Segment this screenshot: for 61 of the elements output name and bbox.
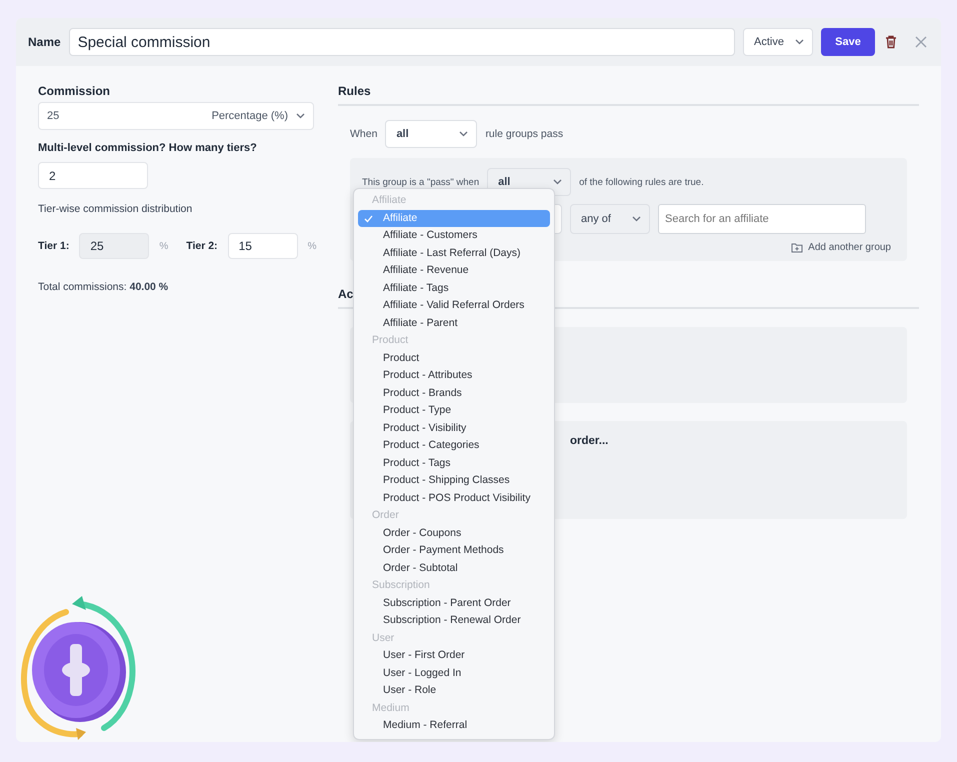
dropdown-option[interactable]: Medium - Referral [358,717,550,734]
trash-icon[interactable] [883,34,899,50]
group-suffix: of the following rules are true. [579,176,704,188]
tiers-input[interactable]: 2 [38,162,148,189]
dropdown-option[interactable]: Product - Categories [358,437,550,454]
dropdown-option[interactable]: Product - Type [358,402,550,420]
option-group-label: Subscription [371,578,431,593]
name-input[interactable]: Special commission [68,28,735,56]
chevron-down-icon [296,113,305,119]
name-label: Name [28,35,61,49]
tier-input[interactable]: 15 [228,233,298,259]
dropdown-option[interactable]: User - Role [358,682,550,700]
dropdown-option[interactable]: Order - Coupons [358,524,550,542]
commission-label: Commission [38,84,112,98]
dropdown-option[interactable]: User - First Order [358,647,550,664]
dropdown-option[interactable]: Affiliate - Parent [358,314,550,332]
rules-heading: Rules [338,84,919,106]
dropdown-option[interactable]: Order - Subtotal [358,560,550,577]
dropdown-option[interactable]: Affiliate - Last Referral (Days) [358,244,550,262]
option-group-label: Affiliate [371,193,408,208]
chevron-down-icon [459,131,468,137]
action-text: order... [570,435,608,447]
when-suffix: rule groups pass [485,128,564,140]
save-button[interactable]: Save [821,28,875,56]
chevron-down-icon [632,216,641,222]
search-field[interactable]: Search for an affiliate [658,204,866,234]
option-group-label: Medium [371,700,410,716]
group-prefix: This group is a "pass" when [362,176,480,188]
chevron-down-icon [795,39,804,45]
add-group-link[interactable]: Add another group [791,242,891,253]
dropdown-option[interactable]: Subscription - Renewal Order [358,612,550,630]
dropdown-option[interactable]: Product - Shipping Classes [358,472,550,490]
operator-select[interactable]: any of [570,204,650,234]
dropdown-option[interactable]: Product [358,350,550,367]
option-group-label: Order [371,508,400,523]
distribution-label: Tier-wise commission distribution [38,203,194,215]
dropdown-option[interactable]: Subscription - Parent Order [358,594,550,612]
chevron-down-icon [553,179,562,185]
tier-label: Tier 2: [186,240,218,252]
dropdown-option[interactable]: Product - Brands [358,384,550,402]
commission-input[interactable]: 25 Percentage (%) [38,102,314,130]
dropdown-option[interactable]: Affiliate - Customers [358,227,550,244]
option-group-label: Product [371,333,410,348]
percent-unit: % [308,240,316,252]
option-group-label: User [371,630,396,646]
dropdown-option[interactable]: User - Logged In [358,664,550,682]
dropdown-option[interactable]: Product - Tags [358,454,550,472]
when-select[interactable]: all [385,120,478,148]
tiers-label: Multi-level commission? How many tiers? [38,142,258,154]
when-label: When [350,128,378,140]
dropdown-option[interactable]: Product - Visibility [358,420,550,437]
tier-label: Tier 1: [38,240,70,252]
percent-unit: % [159,240,168,252]
status-select[interactable]: Active [743,28,813,56]
dropdown-option[interactable]: Affiliate - Revenue [358,262,550,280]
total-commissions: Total commissions: 40.00 % [38,281,170,293]
dropdown-option[interactable]: Product - Attributes [358,367,550,384]
check-icon [364,214,373,222]
dropdown-option[interactable]: Product - POS Product Visibility [358,490,550,507]
folder-plus-icon [791,242,804,253]
dropdown-option[interactable]: Order - Payment Methods [358,542,550,560]
